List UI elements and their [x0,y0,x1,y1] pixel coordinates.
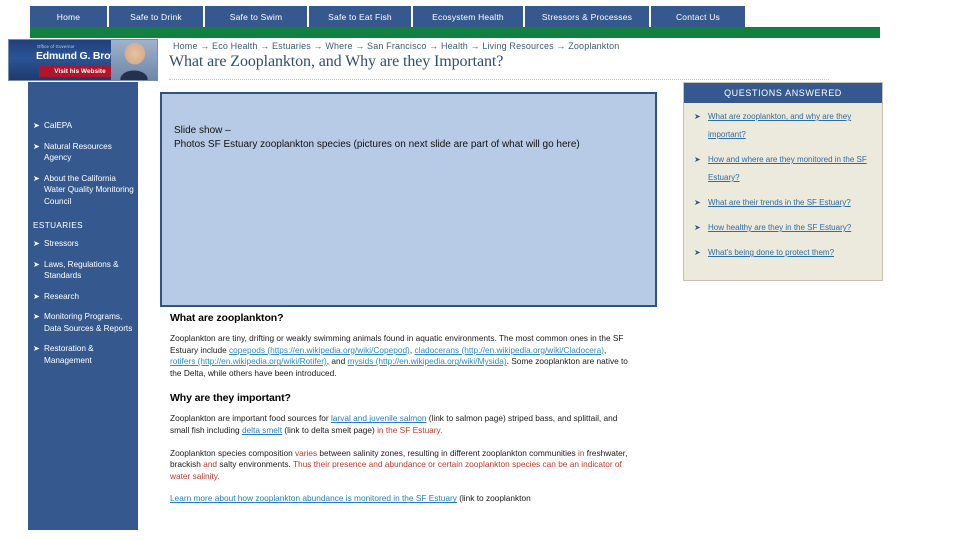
nav-tab-label: Home [56,12,81,22]
list-item[interactable]: ➤ How healthy are they in the SF Estuary… [694,219,874,237]
sidebar-section-heading-estuaries: ESTUARIES [33,221,84,230]
text-run: (link to delta smelt page) [282,424,375,435]
sidebar-item-label: CalEPA [44,121,73,130]
sidebar-top-group: ➤ CalEPA ➤ Natural Resources Agency ➤ Ab… [28,82,138,207]
link-cladocerans[interactable]: cladocerans (http://en.wikipedia.org/wik… [414,345,604,355]
link-larval-juvenile-salmon[interactable]: larval and juvenile salmon [331,413,426,423]
link-learn-more-monitoring[interactable]: Learn more about how zooplankton abundan… [170,493,457,503]
slideshow-placeholder[interactable]: Slide show – Photos SF Estuary zooplankt… [160,92,657,307]
question-link[interactable]: What are their trends in the SF Estuary? [708,198,851,207]
chevron-right-icon: ➤ [33,239,40,248]
sidebar-item-restoration-management[interactable]: ➤ Restoration & Management [28,343,138,366]
chevron-right-icon: ➤ [33,312,40,321]
questions-answered-list: ➤ What are zooplankton, and why are they… [684,108,882,269]
breadcrumb[interactable]: Home → Eco Health → Estuaries → Where → … [173,41,619,51]
text-run: Zooplankton are important food sources f… [170,413,331,424]
list-item[interactable]: ➤ How and where are they monitored in th… [694,151,874,187]
slideshow-placeholder-text: Slide show – Photos SF Estuary zooplankt… [174,124,642,151]
chevron-right-icon: ➤ [33,344,40,353]
link-mysids[interactable]: mysids (http://en.wikipedia.org/wiki/Mys… [348,356,507,366]
chevron-right-icon: ➤ [694,112,701,121]
sidebar-item-calepa[interactable]: ➤ CalEPA [28,120,138,132]
text-run-highlight: varies [294,447,318,458]
sidebar-item-label: Laws, Regulations & Standards [44,259,119,281]
slideshow-line-1: Slide show – [174,125,231,136]
sidebar-item-about-council[interactable]: ➤ About the California Water Quality Mon… [28,173,138,208]
chevron-right-icon: ➤ [694,198,701,207]
sidebar-bottom-group: ➤ Stressors ➤ Laws, Regulations & Standa… [28,238,138,366]
link-delta-smelt[interactable]: delta smelt [242,425,282,435]
question-link[interactable]: What are zooplankton, and why are they i… [708,112,851,139]
nav-tab-safe-to-swim[interactable]: Safe to Swim [204,6,308,28]
governor-banner[interactable]: Office of Governor Edmund G. Brown Jr. V… [8,39,158,81]
main-navigation: Home Safe to Drink Safe to Swim Safe to … [30,6,880,28]
text-run: between salinity zones, resulting in dif… [317,447,579,458]
governor-portrait-image [111,40,157,80]
green-divider-bar [30,27,880,38]
nav-tab-label: Safe to Swim [229,12,283,22]
question-link[interactable]: How and where are they monitored in the … [708,155,867,182]
list-item[interactable]: ➤ What's being done to protect them? [694,244,874,262]
paragraph-salinity: Zooplankton species composition varies b… [170,448,632,483]
link-copepods[interactable]: copepods (https://en.wikipedia.org/wiki/… [229,345,410,355]
text-run: Zooplankton species composition [170,447,295,458]
nav-tab-home[interactable]: Home [30,6,108,28]
list-item[interactable]: ➤ What are their trends in the SF Estuar… [694,194,874,212]
nav-tab-label: Stressors & Processes [541,12,633,22]
chevron-right-icon: ➤ [33,291,40,301]
paragraph-what-are-zooplankton: Zooplankton are tiny, drifting or weakly… [170,333,632,379]
sidebar-item-label: Stressors [44,239,79,248]
chevron-right-icon: ➤ [694,248,701,257]
chevron-right-icon: ➤ [33,259,40,269]
sidebar-item-monitoring-programs[interactable]: ➤ Monitoring Programs, Data Sources & Re… [28,311,138,334]
paragraph-importance: Zooplankton are important food sources f… [170,413,632,436]
sidebar-item-label: Monitoring Programs, Data Sources & Repo… [44,312,133,333]
sidebar-item-research[interactable]: ➤ Research [28,291,138,303]
nav-tab-label: Safe to Eat Fish [328,12,392,22]
link-rotifers[interactable]: rotifers (http://en.wikipedia.org/wiki/R… [170,356,327,366]
text-run: salty environments. [217,459,293,470]
text-run: , and [326,356,348,367]
text-run: (link to zooplankton [456,493,531,504]
chevron-right-icon: ➤ [33,121,40,130]
section-heading-what-are-zooplankton: What are zooplankton? [170,312,284,324]
chevron-right-icon: ➤ [33,141,40,151]
questions-answered-panel: QUESTIONS ANSWERED ➤ What are zooplankto… [683,82,883,281]
slideshow-line-2: Photos SF Estuary zooplankton species (p… [174,138,580,150]
title-divider [169,78,829,80]
text-run-highlight: and [203,459,218,470]
question-link[interactable]: How healthy are they in the SF Estuary? [708,223,851,232]
nav-tab-label: Ecosystem Health [432,12,504,22]
sidebar-item-stressors[interactable]: ➤ Stressors [28,238,138,250]
text-run: , [604,344,607,355]
chevron-right-icon: ➤ [694,223,701,232]
governor-office-label: Office of Governor [37,44,75,49]
nav-tab-contact-us[interactable]: Contact Us [650,6,746,28]
nav-tab-label: Contact Us [675,12,721,22]
sidebar-item-label: Natural Resources Agency [44,141,112,163]
sidebar-item-label: About the California Water Quality Monit… [44,173,134,206]
visit-website-button[interactable]: Visit his Website [39,66,121,77]
chevron-right-icon: ➤ [33,173,40,183]
left-sidebar: ➤ CalEPA ➤ Natural Resources Agency ➤ Ab… [28,82,138,530]
questions-answered-title: QUESTIONS ANSWERED [684,83,882,103]
text-run-highlight: in the SF Estuary. [374,424,443,435]
chevron-right-icon: ➤ [694,155,701,164]
paragraph-learn-more: Learn more about how zooplankton abundan… [170,493,632,505]
list-item[interactable]: ➤ What are zooplankton, and why are they… [694,108,874,144]
sidebar-item-natural-resources-agency[interactable]: ➤ Natural Resources Agency [28,141,138,164]
question-link[interactable]: What's being done to protect them? [708,248,834,257]
nav-tab-stressors-processes[interactable]: Stressors & Processes [524,6,650,28]
sidebar-item-label: Restoration & Management [44,344,94,365]
nav-tab-safe-to-eat-fish[interactable]: Safe to Eat Fish [308,6,412,28]
sidebar-item-laws-regulations-standards[interactable]: ➤ Laws, Regulations & Standards [28,259,138,282]
sidebar-item-label: Research [44,291,80,301]
nav-tab-safe-to-drink[interactable]: Safe to Drink [108,6,204,28]
main-content: What are zooplankton? Zooplankton are ti… [170,312,632,516]
nav-tab-label: Safe to Drink [130,12,182,22]
nav-tab-ecosystem-health[interactable]: Ecosystem Health [412,6,524,28]
section-heading-why-are-they-important: Why are they important? [170,392,291,405]
page-title: What are Zooplankton, and Why are they I… [169,53,504,70]
